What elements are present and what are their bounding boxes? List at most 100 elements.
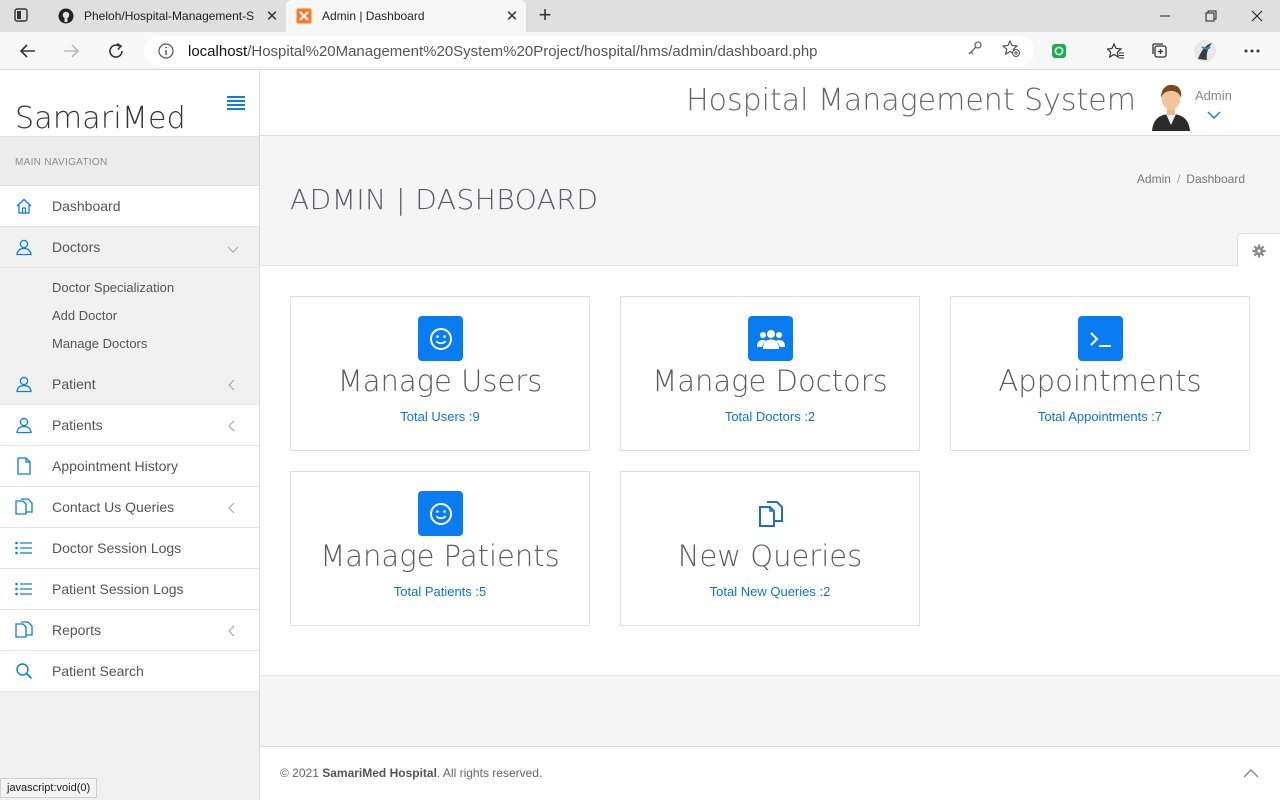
tab-actions-icon[interactable] [12, 7, 30, 25]
card-title: Appointments [998, 364, 1202, 398]
collections-icon[interactable] [1147, 38, 1173, 64]
copyright-brand: SamariMed Hospital [322, 766, 437, 780]
chevron-down-icon[interactable] [1207, 107, 1221, 119]
sidebar-item-label: Reports [52, 622, 102, 638]
sidebar-item-label: Appointment History [52, 458, 179, 474]
doctors-submenu: Doctor Specialization Add Doctor Manage … [0, 268, 259, 364]
user-icon [15, 416, 33, 434]
extension-icon[interactable] [1046, 38, 1072, 64]
sidebar-item-patient-session-logs[interactable]: Patient Session Logs [0, 569, 259, 610]
restore-icon[interactable] [1188, 0, 1234, 32]
browser-tab-github[interactable]: Pheloh/Hospital-Management-S ✕ [48, 0, 286, 32]
github-icon [58, 8, 74, 24]
file-icon [15, 457, 33, 475]
footer: © 2021 SamariMed Hospital. All rights re… [260, 746, 1280, 800]
list-icon [15, 580, 33, 598]
sidebar-item-label: Contact Us Queries [52, 499, 175, 515]
page-title: ADMIN | DASHBOARD [290, 183, 599, 216]
minimize-icon[interactable] [1142, 0, 1188, 32]
site-info-icon[interactable] [156, 41, 176, 61]
terminal-icon [1078, 316, 1123, 361]
card-title: Manage Users [337, 364, 543, 398]
sidebar-item-patient[interactable]: Patient [0, 364, 259, 405]
sidebar-item-label: Patient Session Logs [52, 581, 184, 597]
close-tab-icon[interactable]: ✕ [258, 7, 286, 25]
browser-tab-dashboard[interactable]: Admin | Dashboard ✕ [286, 0, 526, 32]
xampp-icon [296, 8, 312, 24]
files-icon [15, 498, 33, 516]
main-navigation: Dashboard Doctors Doctor Specialization … [0, 186, 259, 692]
chevron-left-icon [227, 419, 237, 432]
card-title: Manage Patients [320, 539, 560, 573]
top-navbar: Hospital Management System Admin [260, 71, 1280, 136]
card-appointments[interactable]: Appointments Total Appointments :7 [950, 296, 1250, 451]
user-icon [15, 375, 33, 393]
sidebar-item-contact-us-queries[interactable]: Contact Us Queries [0, 487, 259, 528]
card-title: New Queries [677, 539, 863, 573]
dashboard-cards: Manage Users Total Users :9 Manage Docto… [260, 266, 1280, 676]
avatar[interactable] [1150, 81, 1192, 131]
card-manage-patients[interactable]: Manage Patients Total Patients :5 [290, 471, 590, 626]
key-icon[interactable] [965, 38, 985, 58]
app: SamariMed MAIN NAVIGATION Dashboard Doct… [0, 71, 1280, 800]
card-stat-link[interactable]: Total Patients :5 [291, 584, 589, 599]
scroll-to-top-icon[interactable] [1243, 765, 1259, 778]
sidebar-item-label: Dashboard [52, 198, 121, 214]
tab-title: Admin | Dashboard [322, 9, 425, 23]
sidebar-item-patients[interactable]: Patients [0, 405, 259, 446]
tab-title: Pheloh/Hospital-Management-S [84, 9, 255, 23]
list-icon [15, 539, 33, 557]
brand-name[interactable]: SamariMed [15, 101, 186, 136]
sidebar-item-doctor-session-logs[interactable]: Doctor Session Logs [0, 528, 259, 569]
browser-address-bar: localhost/Hospital%20Management%20System… [0, 32, 1280, 70]
sidebar-item-doctors[interactable]: Doctors [0, 227, 259, 268]
user-name[interactable]: Admin [1195, 88, 1232, 103]
app-title: Hospital Management System [686, 83, 1136, 118]
sidebar-subitem-doctor-specialization[interactable]: Doctor Specialization [0, 274, 259, 302]
chevron-left-icon [227, 624, 237, 637]
copyright-prefix: © 2021 [280, 766, 323, 780]
card-title: Manage Doctors [652, 364, 888, 398]
card-stat-link[interactable]: Total Doctors :2 [621, 409, 919, 424]
breadcrumb-admin[interactable]: Admin [1137, 172, 1171, 186]
sidebar-item-reports[interactable]: Reports [0, 610, 259, 651]
sidebar-subitem-manage-doctors[interactable]: Manage Doctors [0, 330, 259, 358]
browser-tab-bar: Pheloh/Hospital-Management-S ✕ Admin | D… [0, 0, 1280, 32]
sidebar-item-dashboard[interactable]: Dashboard [0, 186, 259, 227]
home-icon [15, 197, 33, 215]
address-input[interactable]: localhost/Hospital%20Management%20System… [144, 36, 1034, 66]
sidebar-item-appointment-history[interactable]: Appointment History [0, 446, 259, 487]
menu-toggle-icon[interactable] [227, 96, 245, 110]
back-icon[interactable] [15, 38, 41, 64]
copyright-text: © 2021 SamariMed Hospital. All rights re… [280, 766, 542, 780]
new-tab-icon[interactable]: + [534, 3, 556, 29]
card-manage-users[interactable]: Manage Users Total Users :9 [290, 296, 590, 451]
nav-section-label: MAIN NAVIGATION [0, 136, 259, 186]
card-stat-link[interactable]: Total Users :9 [291, 409, 589, 424]
chevron-left-icon [227, 501, 237, 514]
sidebar-item-label: Doctor Session Logs [52, 540, 182, 556]
copyright-suffix: . All rights reserved. [436, 766, 543, 780]
card-stat-link[interactable]: Total New Queries :2 [621, 584, 919, 599]
close-tab-icon[interactable]: ✕ [498, 7, 526, 25]
card-manage-doctors[interactable]: Manage Doctors Total Doctors :2 [620, 296, 920, 451]
close-window-icon[interactable] [1234, 0, 1280, 32]
sidebar-subitem-add-doctor[interactable]: Add Doctor [0, 302, 259, 330]
footer-spacer [260, 676, 1280, 746]
add-favorite-icon[interactable] [1001, 38, 1021, 58]
more-menu-icon[interactable] [1239, 38, 1265, 64]
card-stat-link[interactable]: Total Appointments :7 [951, 409, 1249, 424]
favorites-icon[interactable] [1103, 38, 1129, 64]
url-text: localhost/Hospital%20Management%20System… [188, 43, 818, 60]
card-new-queries[interactable]: New Queries Total New Queries :2 [620, 471, 920, 626]
gear-icon [1252, 244, 1266, 263]
browser-status-bar: javascript:void(0) [0, 778, 98, 798]
chevron-down-icon [227, 241, 239, 253]
forward-icon[interactable] [58, 38, 84, 64]
sidebar-item-label: Doctors [52, 239, 101, 255]
sidebar-item-patient-search[interactable]: Patient Search [0, 651, 259, 692]
reload-icon[interactable] [103, 38, 129, 64]
profile-avatar-icon[interactable] [1192, 38, 1218, 64]
main-content: Hospital Management System Admin ADMIN |… [260, 71, 1280, 800]
brand: SamariMed [0, 71, 259, 136]
